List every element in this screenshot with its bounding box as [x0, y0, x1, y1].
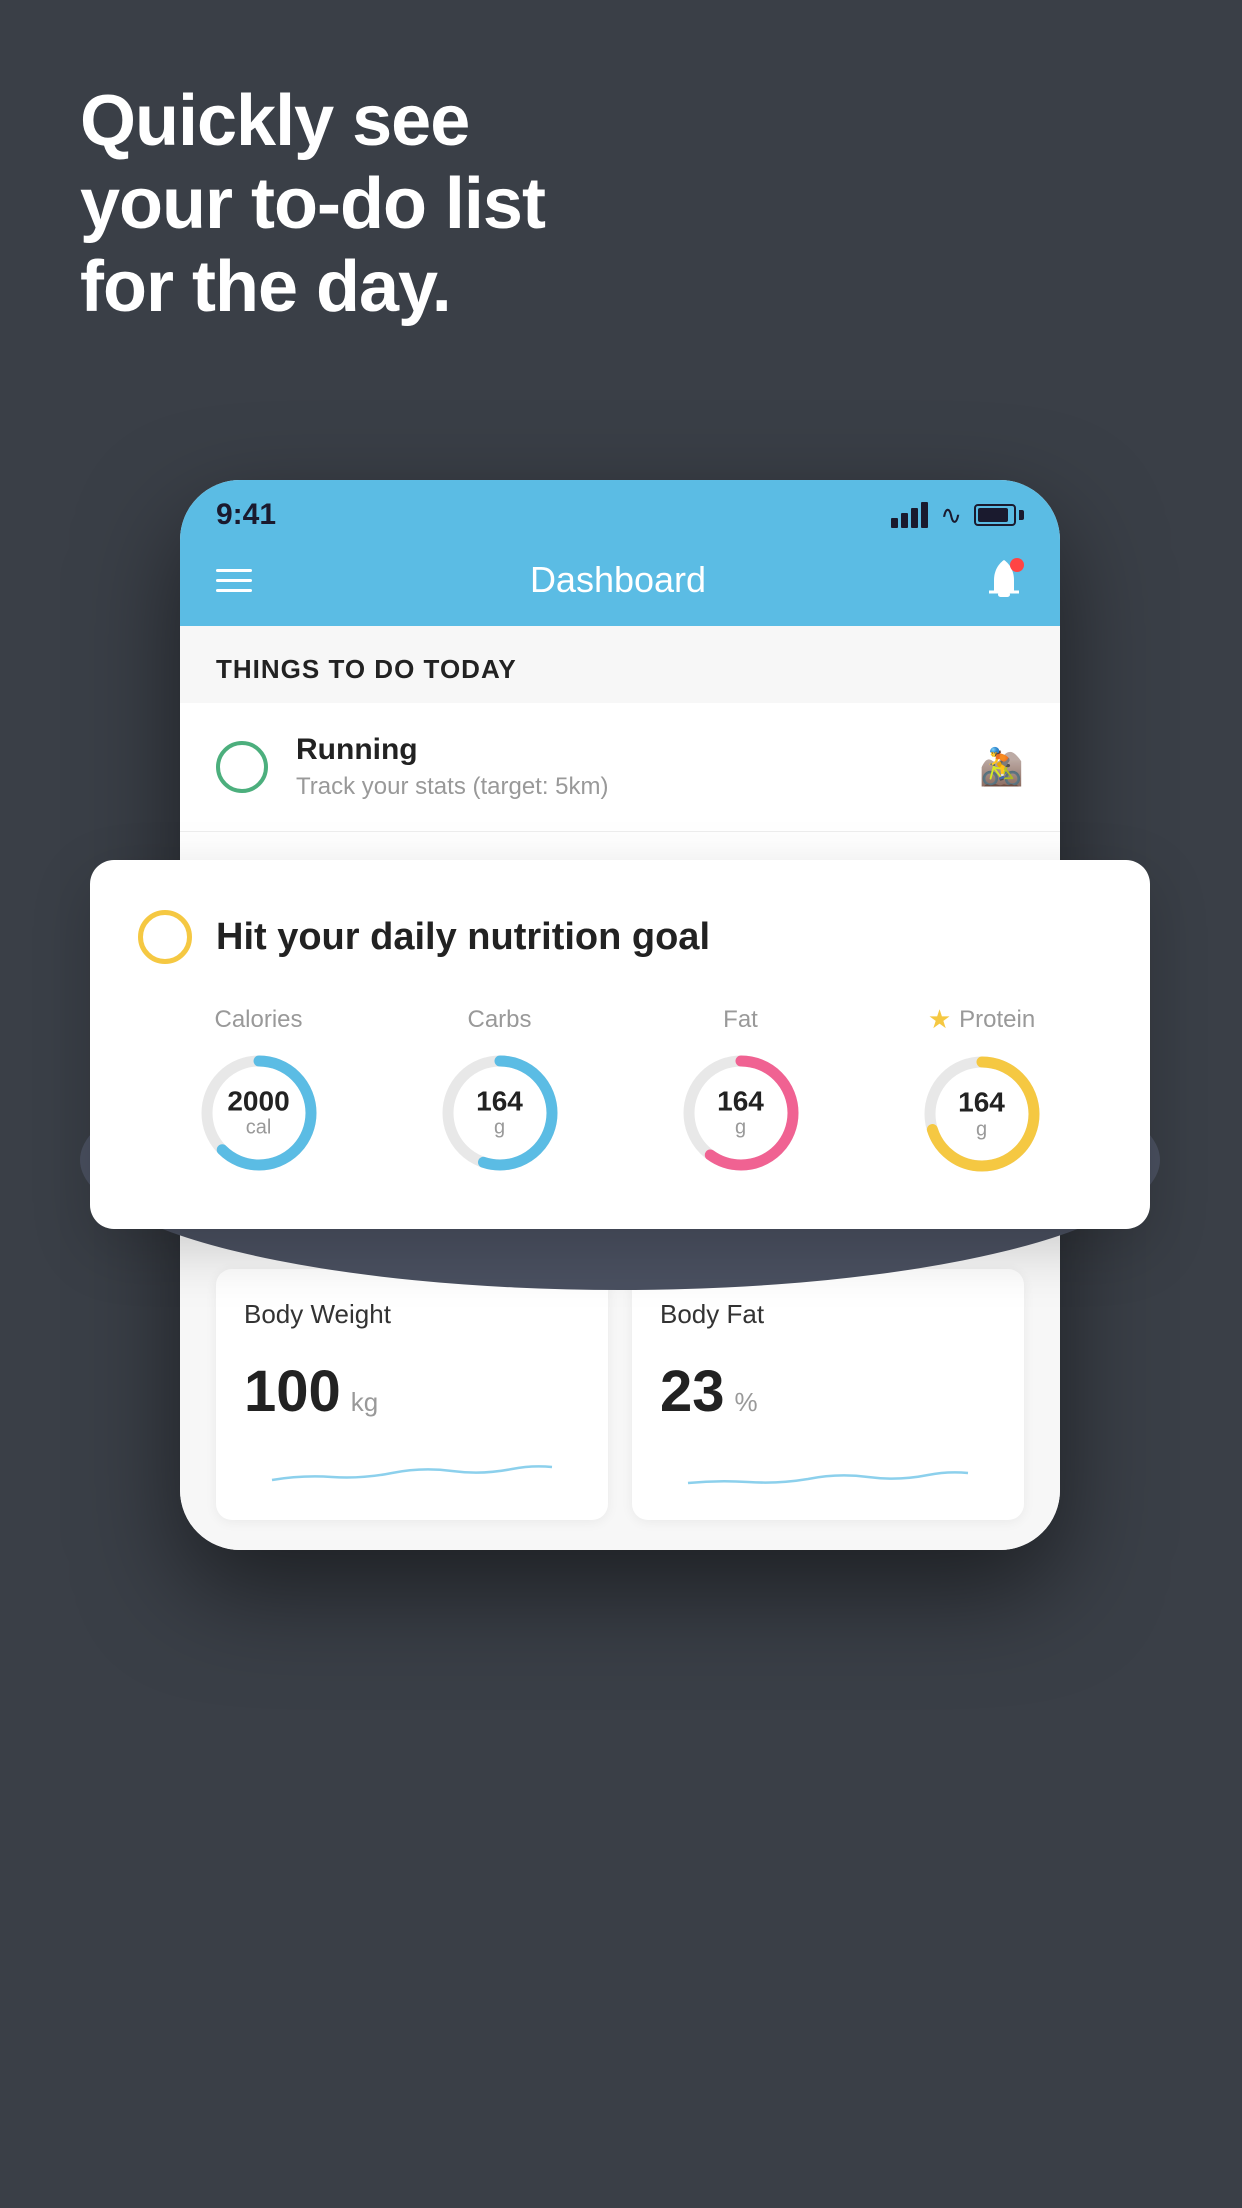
- todo-title-running: Running: [296, 733, 951, 767]
- body-fat-value-row: 23 %: [660, 1358, 996, 1425]
- protein-label-row: ★ Protein: [928, 1004, 1035, 1035]
- hero-line3: for the day.: [80, 246, 545, 329]
- nutrition-card: Hit your daily nutrition goal Calories 2…: [90, 860, 1150, 1229]
- body-weight-title: Body Weight: [244, 1299, 580, 1330]
- calories-donut: 2000 cal: [194, 1048, 324, 1178]
- calories-unit: cal: [227, 1117, 289, 1139]
- todo-item-running[interactable]: Running Track your stats (target: 5km) 🚵: [180, 703, 1060, 832]
- calories-label: Calories: [214, 1006, 302, 1034]
- notification-button[interactable]: [984, 558, 1024, 602]
- stat-fat: Fat 164 g: [676, 1006, 806, 1178]
- carbs-value: 164: [476, 1086, 523, 1117]
- progress-card-body-fat[interactable]: Body Fat 23 %: [632, 1269, 1024, 1520]
- fat-label: Fat: [723, 1006, 758, 1034]
- signal-icon: [891, 502, 928, 528]
- progress-cards: Body Weight 100 kg Body Fat 23 %: [216, 1269, 1024, 1520]
- body-weight-value-row: 100 kg: [244, 1358, 580, 1425]
- body-fat-unit: %: [735, 1387, 758, 1418]
- status-bar: 9:41 ∿: [180, 480, 1060, 542]
- body-fat-value: 23: [660, 1358, 725, 1425]
- nav-title: Dashboard: [530, 559, 706, 601]
- menu-button[interactable]: [216, 569, 252, 592]
- protein-label: Protein: [959, 1006, 1035, 1034]
- stat-protein: ★ Protein 164 g: [917, 1004, 1047, 1179]
- protein-unit: g: [958, 1118, 1005, 1140]
- carbs-label: Carbs: [467, 1006, 531, 1034]
- body-fat-title: Body Fat: [660, 1299, 996, 1330]
- nav-bar: Dashboard: [180, 542, 1060, 626]
- body-weight-unit: kg: [351, 1387, 378, 1418]
- star-icon: ★: [928, 1004, 951, 1035]
- nutrition-card-title: Hit your daily nutrition goal: [216, 916, 710, 959]
- hero-line1: Quickly see: [80, 80, 545, 163]
- status-time: 9:41: [216, 498, 276, 532]
- status-icons: ∿: [891, 500, 1024, 531]
- nutrition-check-circle[interactable]: [138, 910, 192, 964]
- carbs-donut: 164 g: [435, 1048, 565, 1178]
- nutrition-stats: Calories 2000 cal Carbs: [138, 1004, 1102, 1179]
- todo-subtitle-running: Track your stats (target: 5km): [296, 773, 951, 801]
- protein-donut: 164 g: [917, 1049, 1047, 1179]
- battery-icon: [974, 504, 1024, 526]
- stat-carbs: Carbs 164 g: [435, 1006, 565, 1178]
- things-section-header: THINGS TO DO TODAY: [180, 626, 1060, 703]
- nutrition-card-header: Hit your daily nutrition goal: [138, 910, 1102, 964]
- fat-unit: g: [717, 1117, 764, 1139]
- wifi-icon: ∿: [940, 500, 962, 531]
- body-fat-chart: [660, 1445, 996, 1495]
- body-weight-value: 100: [244, 1358, 341, 1425]
- shoe-icon: 🚵: [979, 746, 1024, 788]
- stat-calories: Calories 2000 cal: [194, 1006, 324, 1178]
- todo-check-running[interactable]: [216, 741, 268, 793]
- fat-value: 164: [717, 1086, 764, 1117]
- hero-line2: your to-do list: [80, 163, 545, 246]
- carbs-unit: g: [476, 1117, 523, 1139]
- calories-value: 2000: [227, 1086, 289, 1117]
- progress-card-body-weight[interactable]: Body Weight 100 kg: [216, 1269, 608, 1520]
- fat-donut: 164 g: [676, 1048, 806, 1178]
- todo-text-running: Running Track your stats (target: 5km): [296, 733, 951, 801]
- hero-text: Quickly see your to-do list for the day.: [80, 80, 545, 328]
- protein-value: 164: [958, 1088, 1005, 1119]
- body-weight-chart: [244, 1445, 580, 1495]
- notification-dot: [1010, 558, 1024, 572]
